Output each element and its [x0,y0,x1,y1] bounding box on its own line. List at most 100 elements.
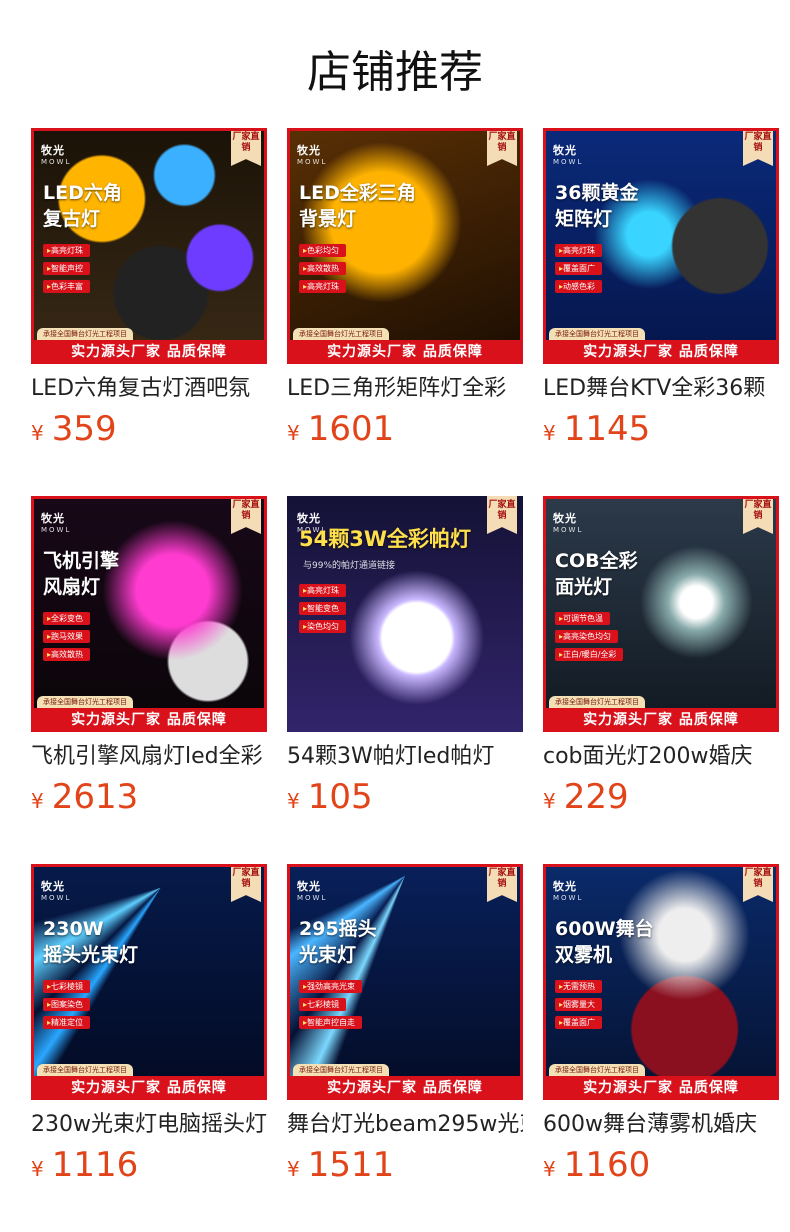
feature-tag: 染色均匀 [299,620,347,633]
feature-list: 色彩均匀高效散热高亮灯珠 [299,244,347,298]
product-price: ¥2613 [31,774,267,824]
feature-tag: 正白/暖白/全彩 [555,648,624,661]
product-image[interactable]: 牧光MOWL 厂家直销 LED全彩三角 背景灯色彩均匀高效散热高亮灯珠承接全国舞台灯… [287,128,523,364]
feature-tag: 可调节色温 [555,612,611,625]
project-tag: 承接全国舞台灯光工程项目 [549,696,645,708]
quality-banner: 实力源头厂家 品质保障 [543,340,779,364]
factory-badge: 厂家直销 [743,864,773,902]
product-name[interactable]: LED三角形矩阵灯全彩 [287,374,523,404]
feature-tag: 精准定位 [43,1016,91,1029]
brand-logo: 牧光 MOWL [41,880,72,902]
currency-symbol: ¥ [31,789,44,813]
project-tag: 承接全国舞台灯光工程项目 [549,328,645,340]
feature-tag: 图案染色 [43,998,91,1011]
product-card[interactable]: 牧光MOWL厂家直销54颗3W全彩帕灯与99%的帕灯通道链接高亮灯珠智能变色染色… [287,496,523,824]
feature-tag: 跑马效果 [43,630,91,643]
feature-tag: 高亮染色均匀 [555,630,619,643]
image-headline: LED全彩三角 背景灯 [299,182,416,230]
price-value: 1511 [307,1145,395,1185]
product-image[interactable]: 牧光MOWL 厂家直销 LED六角 复古灯高亮灯珠智能声控色彩丰富承接全国舞台灯光工… [31,128,267,364]
product-price: ¥359 [31,406,267,456]
brand-logo-en: MOWL [41,158,72,166]
factory-badge: 厂家直销 [231,864,261,902]
product-price: ¥1511 [287,1142,523,1192]
feature-list: 高亮灯珠智能变色染色均匀 [299,584,347,638]
image-headline: 36颗黄金 矩阵灯 [555,182,639,230]
quality-banner: 实力源头厂家 品质保障 [31,340,267,364]
quality-banner: 实力源头厂家 品质保障 [31,1076,267,1100]
currency-symbol: ¥ [287,421,300,445]
factory-badge: 厂家直销 [487,864,517,902]
product-price: ¥1160 [543,1142,779,1192]
feature-tag: 动感色彩 [555,280,603,293]
product-name[interactable]: 600w舞台薄雾机婚庆 [543,1110,779,1140]
product-card[interactable]: 牧光MOWL 厂家直销 LED全彩三角 背景灯色彩均匀高效散热高亮灯珠承接全国舞台灯… [287,128,523,456]
product-card[interactable]: 牧光MOWL 厂家直销 COB全彩 面光灯可调节色温高亮染色均匀正白/暖白/全彩承接… [543,496,779,824]
feature-tag: 高效散热 [43,648,91,661]
brand-logo-en: MOWL [553,158,584,166]
factory-badge: 厂家直销 [487,496,517,534]
feature-tag: 高效散热 [299,262,347,275]
feature-list: 可调节色温高亮染色均匀正白/暖白/全彩 [555,612,624,666]
price-value: 229 [563,777,629,817]
currency-symbol: ¥ [543,789,556,813]
brand-logo: 牧光 MOWL [553,144,584,166]
brand-logo-en: MOWL [297,894,328,902]
product-image[interactable]: 牧光MOWL 厂家直销 COB全彩 面光灯可调节色温高亮染色均匀正白/暖白/全彩承接… [543,496,779,732]
quality-banner: 实力源头厂家 品质保障 [31,708,267,732]
product-image[interactable]: 牧光MOWL厂家直销54颗3W全彩帕灯与99%的帕灯通道链接高亮灯珠智能变色染色… [287,496,523,732]
price-value: 105 [307,777,373,817]
brand-logo: 牧光 MOWL [553,512,584,534]
feature-tag: 全彩变色 [43,612,91,625]
quality-banner: 实力源头厂家 品质保障 [543,708,779,732]
page-title: 店铺推荐 [307,47,483,98]
feature-tag: 覆盖面广 [555,262,603,275]
factory-badge: 厂家直销 [743,496,773,534]
image-headline: 295摇头 光束灯 [299,918,377,966]
product-image[interactable]: 牧光MOWL 厂家直销 36颗黄金 矩阵灯高亮灯珠覆盖面广动感色彩承接全国舞台灯光工… [543,128,779,364]
brand-logo-en: MOWL [41,894,72,902]
currency-symbol: ¥ [287,1157,300,1181]
product-card[interactable]: 牧光MOWL 厂家直销飞机引擎 风扇灯全彩变色跑马效果高效散热承接全国舞台灯光工程… [31,496,267,824]
product-image[interactable]: 牧光MOWL 厂家直销 600W舞台 双雾机无需预热烟雾量大覆盖面广承接全国舞台灯光… [543,864,779,1100]
feature-list: 高亮灯珠智能声控色彩丰富 [43,244,91,298]
project-tag: 承接全国舞台灯光工程项目 [37,696,133,708]
brand-logo: 牧光 MOWL [297,880,328,902]
product-image[interactable]: 牧光MOWL 厂家直销 295摇头 光束灯强劲高亮光束七彩棱镜智能声控自走承接全国舞… [287,864,523,1100]
project-tag: 承接全国舞台灯光工程项目 [293,328,389,340]
feature-tag: 智能声控自走 [299,1016,363,1029]
product-card[interactable]: 牧光MOWL 厂家直销 600W舞台 双雾机无需预热烟雾量大覆盖面广承接全国舞台灯光… [543,864,779,1192]
currency-symbol: ¥ [31,1157,44,1181]
feature-list: 全彩变色跑马效果高效散热 [43,612,91,666]
brand-logo: 牧光 MOWL [41,144,72,166]
product-price: ¥1601 [287,406,523,456]
product-image[interactable]: 牧光MOWL 厂家直销 230W 摇头光束灯七彩棱镜图案染色精准定位承接全国舞台灯光… [31,864,267,1100]
brand-logo-en: MOWL [553,526,584,534]
product-card[interactable]: 牧光MOWL 厂家直销 295摇头 光束灯强劲高亮光束七彩棱镜智能声控自走承接全国舞… [287,864,523,1192]
product-name[interactable]: 54颗3W帕灯led帕灯 [287,742,523,772]
image-headline: 飞机引擎 风扇灯 [43,550,120,598]
product-name[interactable]: 飞机引擎风扇灯led全彩 [31,742,267,772]
product-name[interactable]: LED舞台KTV全彩36颗 [543,374,779,404]
image-subline: 与99%的帕灯通道链接 [303,561,396,571]
product-card[interactable]: 牧光MOWL 厂家直销 36颗黄金 矩阵灯高亮灯珠覆盖面广动感色彩承接全国舞台灯光工… [543,128,779,456]
image-headline: 54颗3W全彩帕灯 [299,527,471,551]
project-tag: 承接全国舞台灯光工程项目 [549,1064,645,1076]
product-name[interactable]: LED六角复古灯酒吧氛 [31,374,267,404]
project-tag: 承接全国舞台灯光工程项目 [293,1064,389,1076]
product-card[interactable]: 牧光MOWL 厂家直销 LED六角 复古灯高亮灯珠智能声控色彩丰富承接全国舞台灯光工… [31,128,267,456]
product-name[interactable]: 230w光束灯电脑摇头灯 [31,1110,267,1140]
feature-list: 强劲高亮光束七彩棱镜智能声控自走 [299,980,363,1034]
feature-tag: 色彩丰富 [43,280,91,293]
feature-tag: 七彩棱镜 [43,980,91,993]
product-image[interactable]: 牧光MOWL 厂家直销飞机引擎 风扇灯全彩变色跑马效果高效散热承接全国舞台灯光工程… [31,496,267,732]
product-price: ¥229 [543,774,779,824]
currency-symbol: ¥ [287,789,300,813]
product-card[interactable]: 牧光MOWL 厂家直销 230W 摇头光束灯七彩棱镜图案染色精准定位承接全国舞台灯光… [31,864,267,1192]
price-value: 2613 [51,777,139,817]
feature-tag: 七彩棱镜 [299,998,347,1011]
image-headline: LED六角 复古灯 [43,182,122,230]
project-tag: 承接全国舞台灯光工程项目 [37,328,133,340]
product-name[interactable]: 舞台灯光beam295w光束 [287,1110,523,1140]
product-name[interactable]: cob面光灯200w婚庆 [543,742,779,772]
